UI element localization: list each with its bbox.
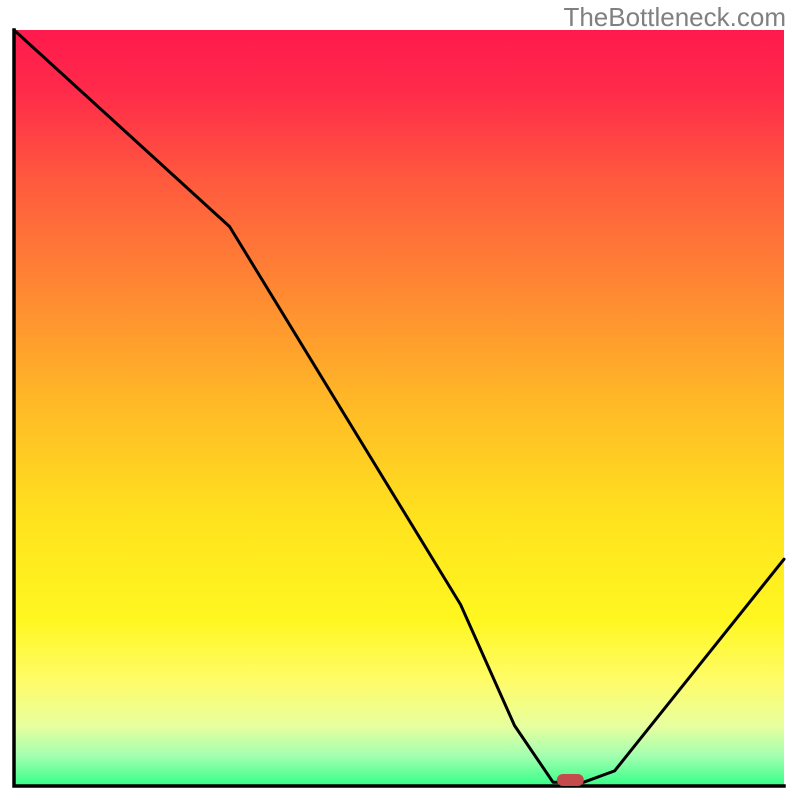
watermark-text: TheBottleneck.com bbox=[563, 2, 786, 33]
bottleneck-chart bbox=[0, 0, 800, 800]
chart-container: TheBottleneck.com bbox=[0, 0, 800, 800]
